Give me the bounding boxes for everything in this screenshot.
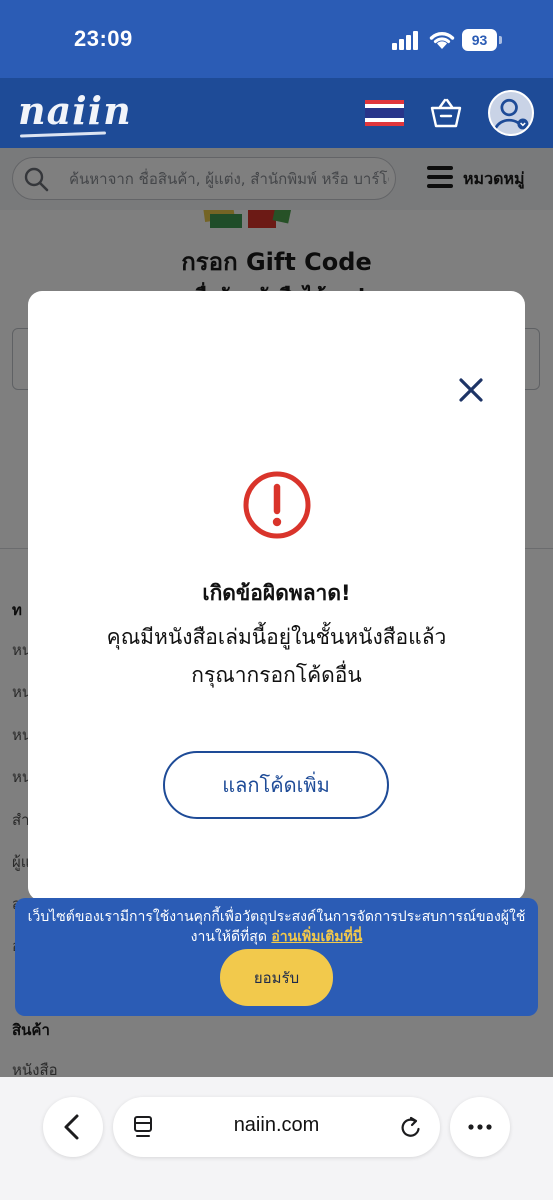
redeem-more-button[interactable]: แลกโค้ดเพิ่ม (163, 751, 389, 819)
user-avatar-icon[interactable] (488, 90, 534, 136)
battery-level: 93 (462, 29, 497, 51)
battery-icon: 93 (462, 29, 502, 51)
back-button[interactable] (43, 1097, 103, 1157)
modal-message: คุณมีหนังสือเล่มนี้อยู่ในชั้นหนังสือแล้ว… (28, 618, 525, 694)
signal-icon (392, 30, 420, 50)
more-button[interactable] (450, 1097, 510, 1157)
status-bar: 23:09 93 (0, 0, 553, 78)
basket-icon[interactable] (428, 95, 464, 131)
modal-message-line: คุณมีหนังสือเล่มนี้อยู่ในชั้นหนังสือแล้ว (106, 625, 447, 649)
cookie-banner: เว็บไซต์ของเรามีการใช้งานคุกกี้เพื่อวัตถ… (15, 898, 538, 1016)
cookie-text-block: เว็บไซต์ของเรามีการใช้งานคุกกี้เพื่อวัตถ… (27, 907, 526, 947)
thai-flag-icon[interactable] (365, 100, 404, 126)
status-time: 23:09 (74, 26, 133, 51)
modal-message-line: กรุณากรอกโค้ดอื่น (191, 663, 362, 687)
accept-cookies-button[interactable]: ยอมรับ (220, 949, 333, 1006)
chevron-left-icon (64, 1114, 79, 1140)
modal-title: เกิดข้อผิดพลาด! (202, 581, 351, 605)
naiin-logo[interactable]: naiin (18, 88, 132, 133)
more-dots-icon (468, 1124, 492, 1130)
error-modal: เกิดข้อผิดพลาด! คุณมีหนังสือเล่มนี้อยู่ใ… (28, 291, 525, 901)
wifi-icon (429, 32, 455, 49)
close-icon[interactable] (456, 375, 486, 405)
exclamation-circle-icon (243, 471, 311, 539)
site-header: naiin (0, 78, 553, 148)
url-bar[interactable]: naiin.com (113, 1097, 440, 1157)
url-text[interactable]: naiin.com (113, 1114, 440, 1137)
reload-icon[interactable] (398, 1114, 424, 1140)
browser-toolbar: naiin.com (0, 1077, 553, 1200)
cookie-read-more-link[interactable]: อ่านเพิ่มเติมที่นี่ (271, 929, 362, 945)
